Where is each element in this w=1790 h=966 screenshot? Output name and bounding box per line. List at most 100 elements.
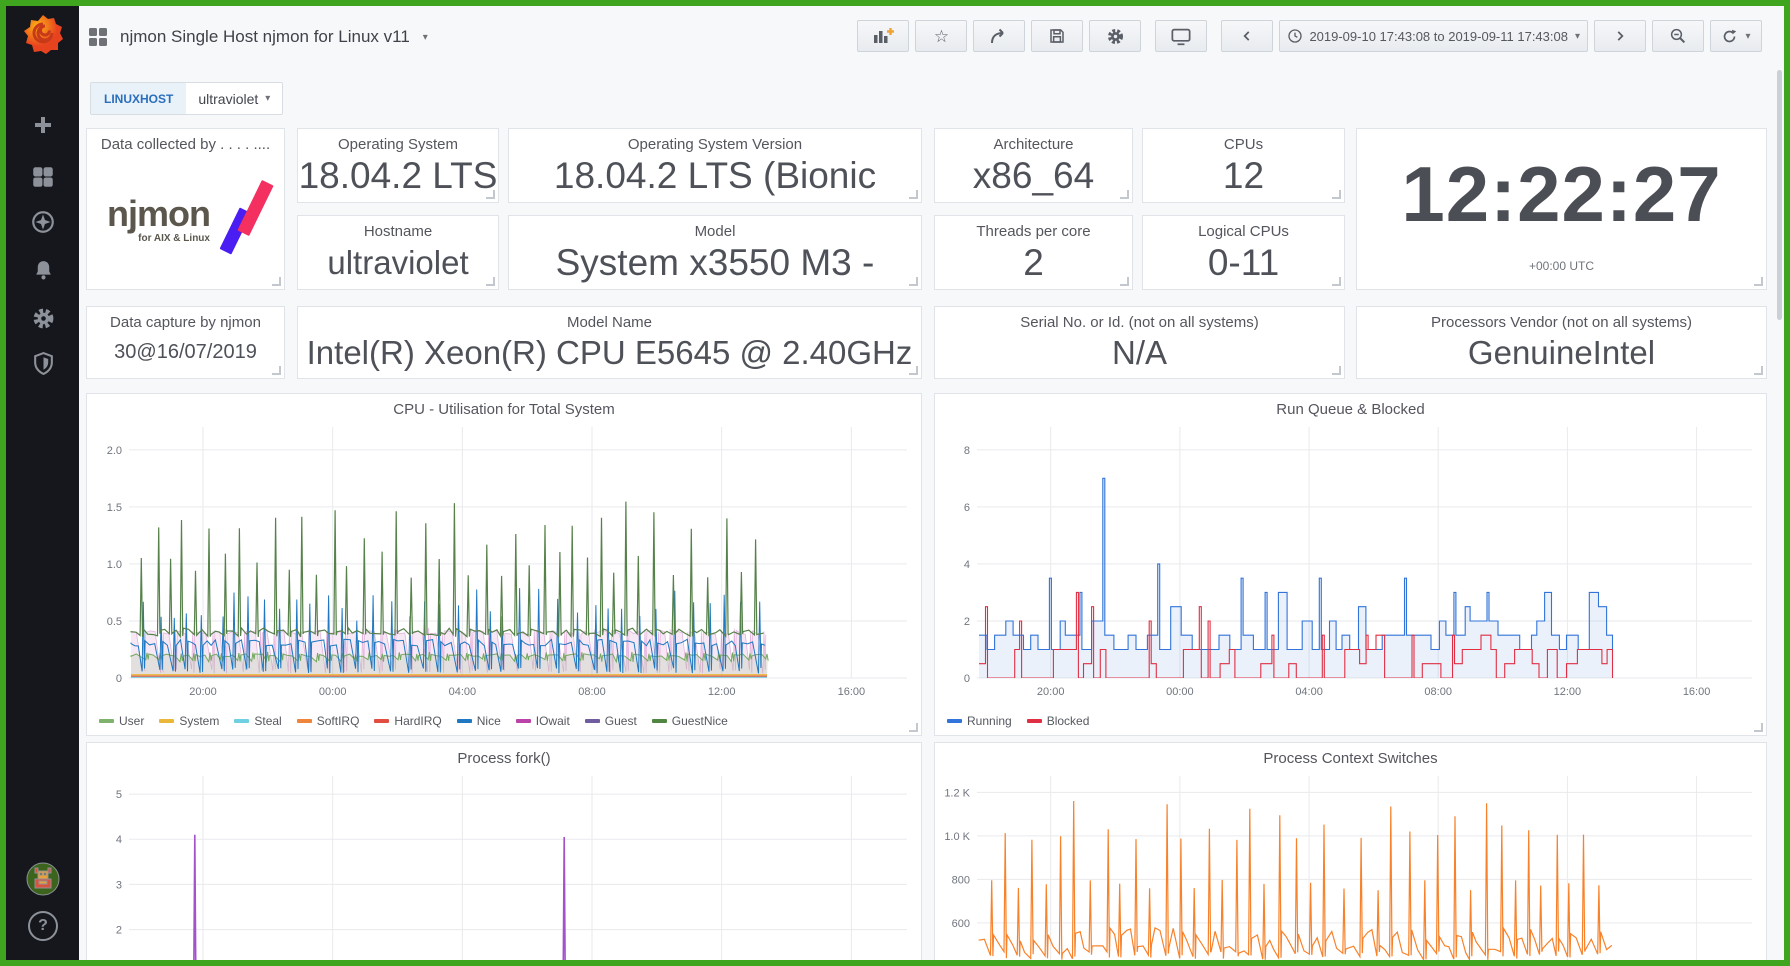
svg-text:08:00: 08:00 xyxy=(578,686,606,698)
panel-title[interactable]: Model Name xyxy=(298,307,921,331)
svg-text:1.0 K: 1.0 K xyxy=(944,831,970,843)
process-fork-chart[interactable]: 012345 xyxy=(95,771,915,960)
panel-title[interactable]: CPU - Utilisation for Total System xyxy=(87,394,921,418)
legend-label: Running xyxy=(967,714,1012,728)
panel-resize-handle[interactable] xyxy=(1754,723,1763,732)
share-button[interactable] xyxy=(973,20,1026,52)
panel-title[interactable]: Run Queue & Blocked xyxy=(935,394,1766,418)
time-range-caret-icon: ▾ xyxy=(1574,30,1580,42)
sidebar-item-alerting[interactable] xyxy=(24,251,62,289)
panel-title[interactable]: Process Context Switches xyxy=(935,743,1766,767)
svg-text:3: 3 xyxy=(116,879,122,891)
svg-text:5: 5 xyxy=(116,789,122,801)
panel-resize-handle[interactable] xyxy=(486,190,495,199)
panel-title[interactable]: Data collected by . . . . .... xyxy=(87,129,284,153)
panel-title[interactable]: Operating System Version xyxy=(509,129,921,153)
panel-resize-handle[interactable] xyxy=(486,277,495,286)
process-context-switches-chart[interactable]: 600 800 1.0 K 1.2 K xyxy=(943,771,1760,960)
panel-data-collected-by: Data collected by . . . . .... njmon for… xyxy=(86,128,285,290)
variable-label: LINUXHOST xyxy=(91,83,187,114)
stat-value: ultraviolet xyxy=(327,243,469,281)
panel-resize-handle[interactable] xyxy=(1332,277,1341,286)
stat-value: 18.04.2 LTS (Bionic xyxy=(553,154,877,196)
legend-label: User xyxy=(119,714,145,728)
title-caret-icon[interactable]: ▾ xyxy=(423,32,428,43)
panel-resize-handle[interactable] xyxy=(272,366,281,375)
zoom-out-button[interactable] xyxy=(1652,20,1704,52)
time-back-button[interactable] xyxy=(1221,20,1274,52)
legend-item-HardIRQ[interactable]: HardIRQ xyxy=(374,714,442,728)
panel-title[interactable]: Model xyxy=(509,216,921,240)
panel-resize-handle[interactable] xyxy=(909,277,918,286)
panel-title[interactable]: Process fork() xyxy=(87,743,921,767)
sidebar-item-create[interactable] xyxy=(24,106,62,144)
sidebar-item-dashboards[interactable] xyxy=(24,158,62,196)
run-queue-blocked-chart[interactable]: 0 2 4 6 8 20:00 00:00 04:00 08:00 12:00 16:00 xyxy=(943,422,1760,700)
panel-resize-handle[interactable] xyxy=(1754,277,1763,286)
panel-resize-handle[interactable] xyxy=(909,723,918,732)
sidebar-item-profile[interactable] xyxy=(24,860,62,898)
cpu-utilisation-chart[interactable]: 0 0.5 1.0 1.5 2.0 20:00 00:00 04:00 08:00 12:00 16… xyxy=(95,422,915,700)
time-forward-button[interactable] xyxy=(1594,20,1646,52)
sidebar-item-explore[interactable] xyxy=(24,203,62,241)
dashboard-title[interactable]: njmon Single Host njmon for Linux v11 xyxy=(120,27,410,47)
panel-title[interactable]: CPUs xyxy=(1143,129,1344,153)
panel-resize-handle[interactable] xyxy=(1120,190,1129,199)
legend-item-Nice[interactable]: Nice xyxy=(456,714,501,728)
legend-item-Running[interactable]: Running xyxy=(947,714,1012,728)
panel-title[interactable]: Serial No. or Id. (not on all systems) xyxy=(935,307,1344,331)
sidebar-item-help[interactable]: ? xyxy=(24,907,62,945)
settings-button[interactable] xyxy=(1089,20,1142,52)
add-panel-button[interactable] xyxy=(857,20,910,52)
panel-resize-handle[interactable] xyxy=(1754,366,1763,375)
panel-cpu-utilisation: CPU - Utilisation for Total System 0 0.5 1… xyxy=(86,393,922,736)
panel-resize-handle[interactable] xyxy=(909,366,918,375)
legend-label: GuestNice xyxy=(671,714,728,728)
panel-process-fork: Process fork() 012345 xyxy=(86,742,922,960)
legend-item-IOwait[interactable]: IOwait xyxy=(515,714,570,728)
panel-title[interactable]: Logical CPUs xyxy=(1143,216,1344,240)
template-variable[interactable]: LINUXHOST ultraviolet ▾ xyxy=(90,82,284,115)
legend-item-Guest[interactable]: Guest xyxy=(584,714,637,728)
panel-title[interactable]: Architecture xyxy=(935,129,1132,153)
clock-icon xyxy=(1288,29,1303,43)
sidebar-item-server-admin[interactable] xyxy=(24,344,62,382)
grafana-logo[interactable] xyxy=(23,14,63,54)
legend-item-SoftIRQ[interactable]: SoftIRQ xyxy=(296,714,359,728)
refresh-button[interactable]: ▾ xyxy=(1710,20,1762,52)
panel-title[interactable]: Operating System xyxy=(298,129,498,153)
refresh-interval-caret-icon[interactable]: ▾ xyxy=(1745,31,1750,42)
legend-item-GuestNice[interactable]: GuestNice xyxy=(651,714,728,728)
scrollbar-thumb[interactable] xyxy=(1777,70,1782,320)
panel-title[interactable]: Data capture by njmon xyxy=(87,307,284,331)
panel-resize-handle[interactable] xyxy=(1332,366,1341,375)
panel-resize-handle[interactable] xyxy=(272,277,281,286)
legend-item-System[interactable]: System xyxy=(159,714,219,728)
panel-resize-handle[interactable] xyxy=(909,190,918,199)
variable-value-dropdown[interactable]: ultraviolet ▾ xyxy=(186,83,283,114)
tv-icon xyxy=(1171,28,1191,45)
panel-logical-cpus: Logical CPUs 0-11 xyxy=(1142,215,1345,290)
panel-title[interactable]: Threads per core xyxy=(935,216,1132,240)
explore-compass-icon xyxy=(32,211,54,233)
panel-title[interactable]: Hostname xyxy=(298,216,498,240)
sidebar-item-configuration[interactable] xyxy=(24,299,62,337)
stat-value: 18.04.2 LTS xyxy=(298,154,498,196)
save-button[interactable] xyxy=(1031,20,1084,52)
legend-color-marker xyxy=(159,719,175,723)
legend-item-Steal[interactable]: Steal xyxy=(234,714,282,728)
panel-resize-handle[interactable] xyxy=(1332,190,1341,199)
legend-item-User[interactable]: User xyxy=(99,714,144,728)
time-range-picker[interactable]: 2019-09-10 17:43:08 to 2019-09-11 17:43:… xyxy=(1279,20,1588,52)
svg-text:2.0: 2.0 xyxy=(107,445,122,457)
legend-item-Blocked[interactable]: Blocked xyxy=(1026,714,1089,728)
panel-title[interactable]: Processors Vendor (not on all systems) xyxy=(1357,307,1766,331)
cycle-view-button[interactable] xyxy=(1155,20,1208,52)
stat-value: 0-11 xyxy=(1207,241,1280,283)
star-button[interactable]: ☆ xyxy=(915,20,968,52)
panel-architecture: Architecture x86_64 xyxy=(934,128,1133,203)
stat-value: 30@16/07/2019 xyxy=(114,341,257,363)
stat-value: Intel(R) Xeon(R) CPU E5645 @ 2.40GHz xyxy=(306,333,913,371)
user-avatar xyxy=(26,862,60,896)
panel-resize-handle[interactable] xyxy=(1120,277,1129,286)
